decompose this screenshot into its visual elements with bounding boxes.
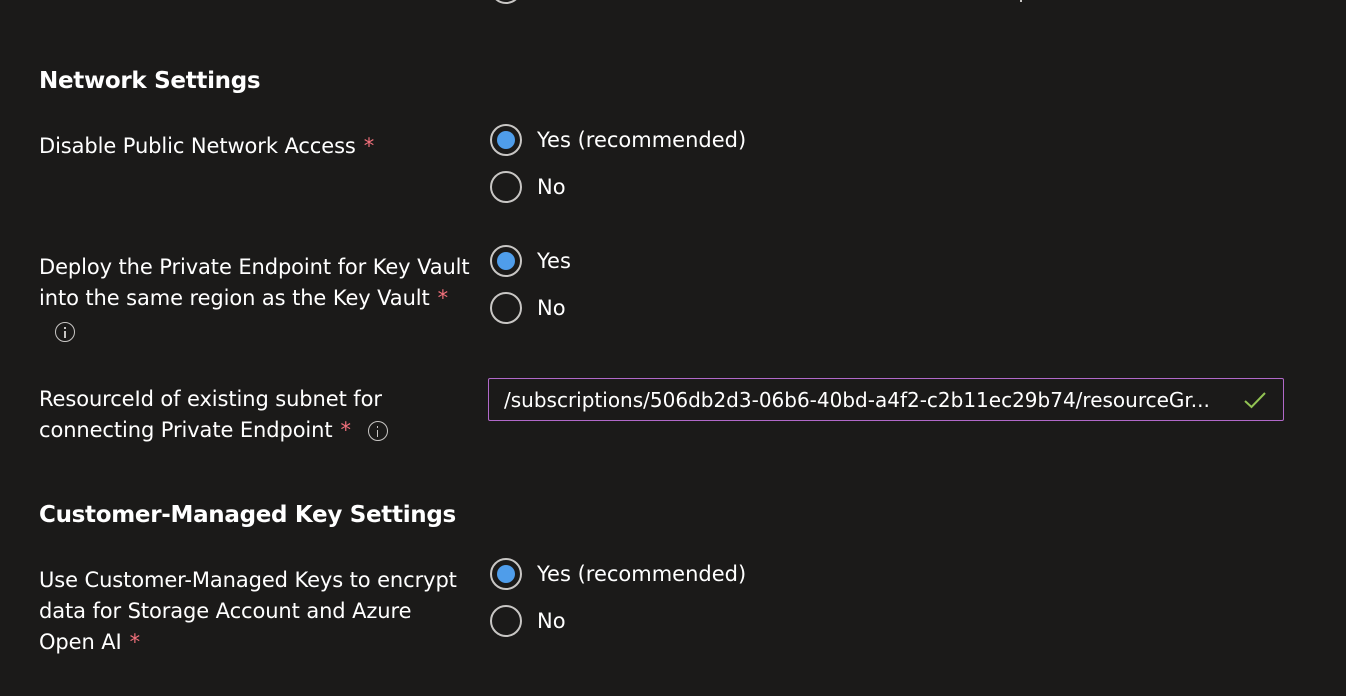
required-marker: * (340, 418, 352, 442)
radio-label: No (537, 609, 566, 633)
radio-button[interactable] (490, 605, 522, 637)
radio-label: No (537, 175, 566, 199)
radio-label: Yes (recommended) (537, 128, 747, 152)
radio-button-checked[interactable] (490, 558, 522, 590)
private-endpoint-region-label: Deploy the Private Endpoint for Key Vaul… (39, 252, 479, 347)
disable-public-access-radio-group: Yes (recommended) No (490, 124, 746, 203)
private-endpoint-region-radio-group: Yes No (490, 245, 571, 324)
radio-option-no[interactable]: No (490, 292, 571, 324)
radio-option-no[interactable]: No (490, 605, 746, 637)
cmk-settings-heading: Customer-Managed Key Settings (39, 502, 456, 528)
checkmark-icon (1239, 384, 1271, 416)
use-cmk-label: Use Customer-Managed Keys to encrypt dat… (39, 568, 457, 654)
radio-label: No (537, 296, 566, 320)
radio-button[interactable] (490, 292, 522, 324)
info-icon[interactable] (367, 421, 388, 441)
radio-button-checked[interactable] (490, 124, 522, 156)
radio-label: Yes (537, 249, 571, 273)
radio-label: Yes (recommended) (537, 562, 747, 586)
disable-public-access-label: Disable Public Network Access * (39, 134, 375, 158)
partial-text-top (1020, 0, 1030, 2)
required-marker: * (129, 630, 141, 654)
radio-option-yes[interactable]: Yes (490, 245, 571, 277)
radio-button[interactable] (490, 171, 522, 203)
info-icon[interactable] (55, 322, 75, 342)
form-page: Network Settings Disable Public Network … (0, 0, 1346, 696)
radio-option-no[interactable]: No (490, 171, 746, 203)
subnet-resource-id-label: ResourceId of existing subnet for connec… (39, 384, 479, 446)
required-marker: * (363, 134, 375, 158)
radio-option-yes-recommended[interactable]: Yes (recommended) (490, 124, 746, 156)
subnet-resource-id-input[interactable] (489, 379, 1239, 420)
radio-option-yes-recommended[interactable]: Yes (recommended) (490, 558, 746, 590)
radio-partial-top[interactable] (490, 0, 522, 4)
network-settings-heading: Network Settings (39, 68, 261, 94)
use-cmk-radio-group: Yes (recommended) No (490, 558, 746, 637)
subnet-resource-id-field[interactable] (488, 378, 1284, 421)
required-marker: * (437, 286, 449, 310)
radio-button-checked[interactable] (490, 245, 522, 277)
